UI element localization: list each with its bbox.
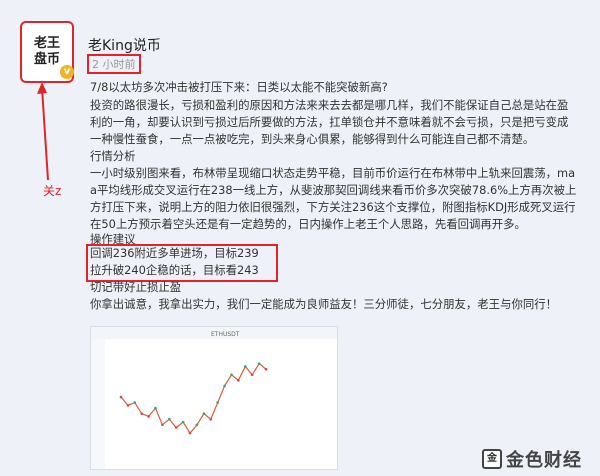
jinse-logo-icon: 金: [482, 449, 502, 469]
post-time: 2 小时前: [87, 54, 141, 74]
analysis-line: 一小时级别图来看，布林带呈现缩口状态走势平稳，目前币价运行在布林带中上轨来回震荡…: [90, 166, 576, 180]
price-point: [243, 365, 247, 368]
price-point: [230, 373, 233, 377]
price-point: [264, 367, 268, 371]
price-point: [250, 373, 254, 377]
price-point: [223, 384, 226, 388]
intro-line: 一种慢性蚕食，一点一点被吃完，到头来身心俱累，能够得到什么可能连自己都不清楚。: [90, 132, 535, 146]
verified-badge-icon: v: [60, 65, 74, 79]
chart-svg: ETHUSDT: [91, 327, 337, 469]
post-title: 7/8以太坊多次冲击被打压下来：日类以太能不能突破新高?: [90, 80, 388, 94]
avatar-text-line1: 老王: [33, 36, 60, 51]
price-point: [181, 420, 185, 424]
analysis-line: 方打压下来，说明上方的阻力依旧很强烈，下方关注236这个支撑位，附图指标KDJ形…: [90, 200, 576, 214]
price-point: [140, 412, 144, 415]
price-point: [174, 426, 178, 429]
price-point: [188, 431, 192, 435]
price-point: [209, 417, 213, 421]
price-point: [237, 379, 240, 382]
advice-line: 回调236附近多单进场，目标239: [90, 246, 259, 260]
author-avatar[interactable]: 老王 盘币 v: [20, 21, 74, 83]
price-chart-image[interactable]: ETHUSDT: [90, 326, 338, 470]
price-series-line: [120, 362, 267, 435]
price-point: [154, 406, 157, 410]
stop-note: 切记带好止损止盈: [90, 280, 182, 294]
price-point: [202, 412, 206, 415]
analysis-line: 在50上方预示着空头还是有一定趋势的，日内操作上老王个人思路，先看回调再开多。: [90, 217, 526, 231]
price-point: [147, 415, 150, 418]
price-point: [195, 423, 199, 427]
price-point: [119, 395, 123, 399]
avatar-text-line2: 盘币: [33, 52, 60, 67]
price-point: [133, 401, 137, 404]
price-point: [161, 423, 164, 427]
watermark-logo: 金 金色财经: [482, 446, 582, 472]
price-point: [216, 401, 219, 404]
intro-line: 投资的路很漫长，亏损和盈利的原因和方法来来去去都是哪几样，我们不能保证自己总是站…: [90, 98, 569, 112]
advice-highlight-box: 回调236附近多单进场，目标239 拉升破240企稳的话，目标看243: [86, 244, 278, 282]
price-point: [126, 404, 130, 407]
price-point: [257, 362, 261, 365]
annotation-arrow-icon: [37, 82, 49, 181]
analysis-line: a平均线形成交叉运行在238一线上方，从斐波那契回调线来看币价多次突破78.6%…: [90, 183, 577, 197]
author-name[interactable]: 老King说币: [88, 35, 161, 55]
annotation-text: 关z: [43, 184, 62, 198]
price-point: [168, 417, 171, 421]
advice-line: 拉升破240企稳的话，目标看243: [90, 263, 259, 277]
chart-title: ETHUSDT: [211, 331, 240, 338]
intro-line: 利的一角，却要认识到亏损过后所要做的方法，扛单锁仓并不意味着就不会亏损，只是把亏…: [90, 115, 569, 129]
analysis-heading: 行情分析: [90, 149, 136, 163]
watermark-text: 金色财经: [506, 450, 582, 471]
closing-line: 你拿出诚意，我拿出实力，我们一定能成为良师益友！三分师徒，七分朋友，老王与你同行…: [90, 297, 558, 311]
